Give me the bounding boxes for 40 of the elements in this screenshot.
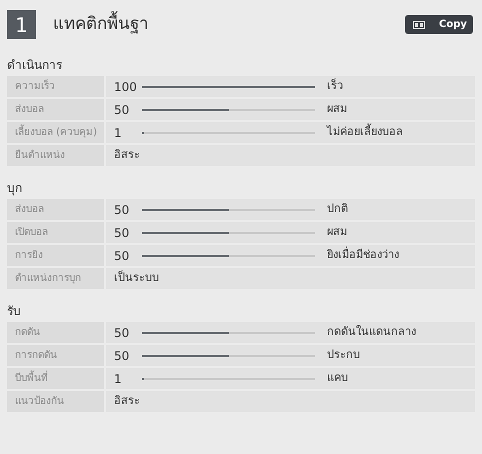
setting-value: อิสระ xyxy=(114,147,140,164)
section-title: รับ xyxy=(7,303,22,320)
setting-value: 50 xyxy=(114,202,130,218)
setting-value: อิสระ xyxy=(114,393,140,410)
setting-label: ส่งบอล xyxy=(7,199,104,220)
setting-label: เลี้ยงบอล (ควบคุม) xyxy=(7,122,104,143)
section-title: ดำเนินการ xyxy=(7,57,63,74)
setting-label: การกดดัน xyxy=(7,345,104,366)
setting-value: 1 xyxy=(114,370,123,388)
setting-reading: ไม่ค่อยเลี้ยงบอล xyxy=(327,124,403,140)
setting-value: 50 xyxy=(114,248,130,264)
setting-reading: ผสม xyxy=(327,101,347,118)
setting-reading: แคบ xyxy=(327,370,348,386)
setting-reading: ผสม xyxy=(327,224,347,240)
section-title: บุก xyxy=(7,180,23,197)
setting-reading: กดดันในแดนกลาง xyxy=(327,324,416,340)
setting-reading: เร็ว xyxy=(327,78,343,94)
setting-label: การยิง xyxy=(7,245,104,266)
setting-reading: ประกบ xyxy=(327,347,360,364)
setting-label: แนวป้องกัน xyxy=(7,391,104,412)
setting-value: 50 xyxy=(114,348,130,364)
setting-value: 50 xyxy=(114,102,130,118)
setting-value: 50 xyxy=(114,224,130,242)
setting-label: กดดัน xyxy=(7,322,104,343)
setting-value: 1 xyxy=(114,124,123,142)
setting-label: ความเร็ว xyxy=(7,76,104,97)
setting-label: ยืนตำแหน่ง xyxy=(7,145,104,166)
setting-reading: ปกติ xyxy=(327,201,348,218)
setting-label: เปิดบอล xyxy=(7,222,104,243)
setting-value: เป็นระบบ xyxy=(114,270,159,286)
copy-button[interactable]: Copy xyxy=(405,15,473,34)
setting-label: บีบพื้นที่ xyxy=(7,368,104,389)
setting-value: 100 xyxy=(114,78,138,96)
page-title: แทคติกพื้นฐา xyxy=(53,12,149,38)
setting-value: 50 xyxy=(114,324,130,342)
section-number: 1 xyxy=(7,10,36,39)
setting-reading: ยิงเมื่อมีช่องว่าง xyxy=(327,247,399,264)
setting-label: ส่งบอล xyxy=(7,99,104,120)
copy-icon xyxy=(413,20,425,28)
setting-label: ตำแหน่งการบุก xyxy=(7,268,104,289)
